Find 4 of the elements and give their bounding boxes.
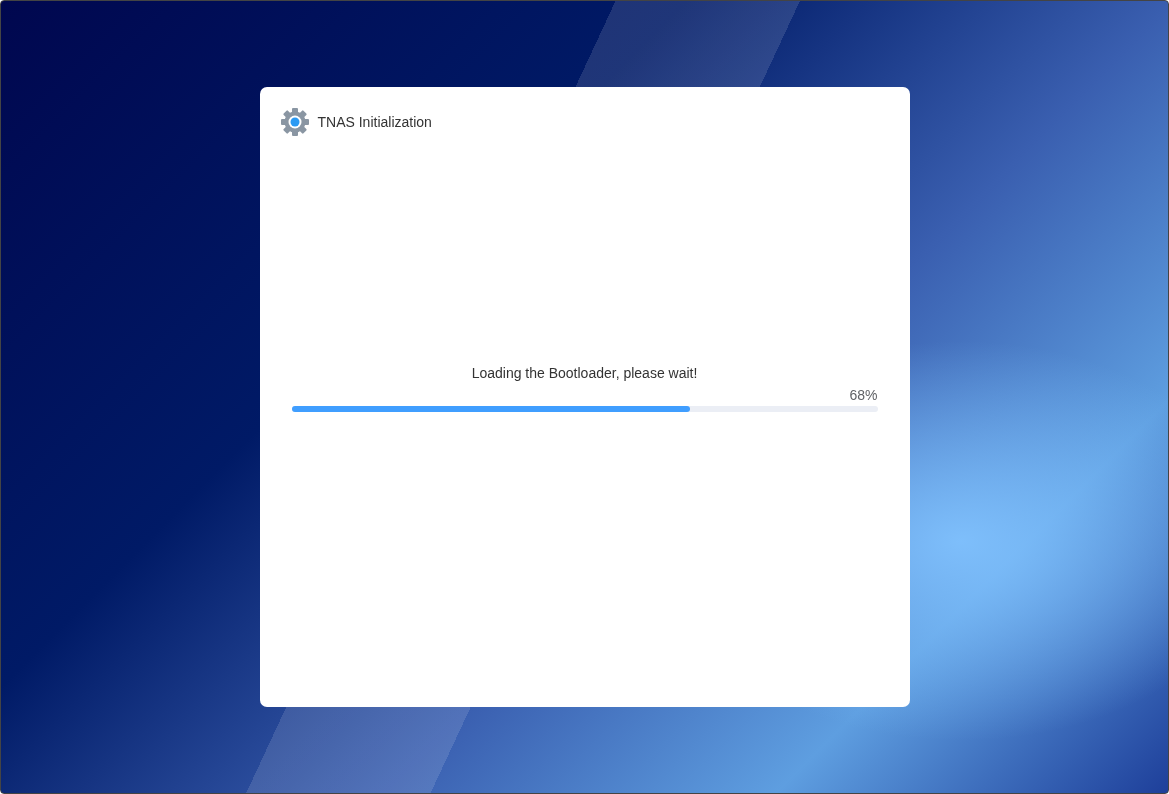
gear-icon: [279, 107, 310, 137]
dialog-title: TNAS Initialization: [317, 112, 432, 132]
loading-message: Loading the Bootloader, please wait!: [471, 364, 698, 381]
progress-percent: 68%: [849, 386, 878, 403]
